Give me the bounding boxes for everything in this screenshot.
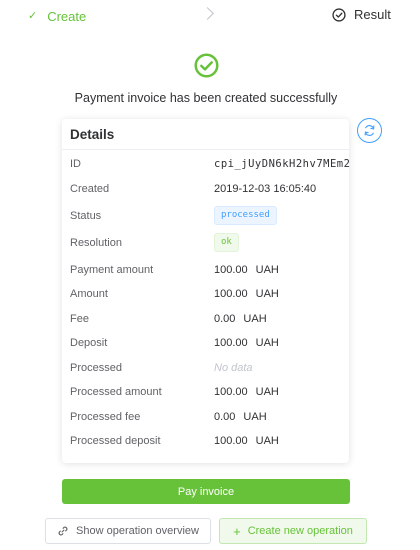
invoice-id: cpi_jUyDN6kH2hv7MEm2: [214, 158, 351, 170]
currency: UAH: [255, 386, 279, 398]
amount-number: 100.00: [214, 264, 248, 276]
detail-label: Processed deposit: [70, 435, 161, 447]
payment-invoice-result-page: ✓ Create Result Payment invoice has been…: [0, 0, 420, 550]
new-operation-label: Create new operation: [247, 525, 353, 537]
amount-number: 0.00: [214, 313, 236, 325]
detail-row-fee: Fee 0.00 UAH: [62, 311, 349, 331]
currency: UAH: [243, 411, 267, 423]
amount-value: 0.00 UAH: [214, 411, 267, 423]
detail-row-deposit: Deposit 100.00 UAH: [62, 335, 349, 355]
check-icon: ✓: [28, 10, 38, 22]
pay-invoice-button[interactable]: Pay invoice: [62, 479, 350, 504]
details-card: Details ID cpi_jUyDN6kH2hv7MEm2 Created …: [62, 119, 351, 463]
overview-label: Show operation overview: [76, 525, 199, 537]
card-divider: [62, 149, 349, 150]
amount-value: 100.00 UAH: [214, 386, 279, 398]
resolution-badge: ok: [214, 233, 239, 252]
detail-row-created: Created 2019-12-03 16:05:40: [62, 181, 349, 201]
detail-row-resolution: Resolution ok: [62, 233, 349, 253]
amount-value: 100.00 UAH: [214, 288, 279, 300]
detail-label: Status: [70, 210, 102, 222]
check-circle-icon: [332, 7, 346, 22]
detail-label: Created: [70, 183, 110, 195]
amount-value: 100.00 UAH: [214, 264, 279, 276]
step-create: ✓ Create: [28, 9, 86, 24]
success-message: Payment invoice has been created success…: [74, 91, 338, 105]
amount-value: 0.00 UAH: [214, 313, 267, 325]
amount-value: 100.00 UAH: [214, 337, 279, 349]
no-data-text: No data: [214, 362, 253, 374]
amount-number: 100.00: [214, 435, 248, 447]
create-new-operation-button[interactable]: + Create new operation: [219, 518, 367, 544]
step-result-label: Result: [354, 7, 391, 22]
created-value: 2019-12-03 16:05:40: [214, 183, 317, 195]
status-badge: processed: [214, 206, 277, 225]
detail-label: Resolution: [70, 237, 122, 249]
currency: UAH: [255, 264, 279, 276]
success-check-circle-icon: [194, 53, 219, 78]
amount-number: 100.00: [214, 386, 248, 398]
step-result: Result: [332, 7, 391, 22]
currency: UAH: [255, 435, 279, 447]
steps-bar: ✓ Create Result: [0, 0, 420, 34]
detail-row-id: ID cpi_jUyDN6kH2hv7MEm2: [62, 156, 351, 176]
amount-number: 100.00: [214, 337, 248, 349]
link-icon: [58, 526, 68, 536]
amount-number: 0.00: [214, 411, 236, 423]
show-operation-overview-button[interactable]: Show operation overview: [45, 518, 211, 544]
plus-icon: +: [233, 523, 241, 539]
details-title: Details: [70, 127, 115, 142]
amount-number: 100.00: [214, 288, 248, 300]
currency: UAH: [255, 337, 279, 349]
detail-label: Processed amount: [70, 386, 162, 398]
detail-label: Processed fee: [70, 411, 141, 423]
refresh-button[interactable]: [357, 118, 382, 143]
detail-label: Processed: [70, 362, 122, 374]
detail-row-processed-fee: Processed fee 0.00 UAH: [62, 409, 349, 429]
detail-row-amount: Amount 100.00 UAH: [62, 286, 349, 306]
detail-row-payment-amount: Payment amount 100.00 UAH: [62, 262, 349, 282]
chevron-right-icon: [201, 7, 214, 20]
detail-label: Deposit: [70, 337, 108, 349]
detail-label: ID: [70, 158, 81, 170]
detail-row-status: Status processed: [62, 206, 349, 226]
detail-label: Fee: [70, 313, 89, 325]
currency: UAH: [243, 313, 267, 325]
step-create-label: Create: [47, 9, 87, 24]
refresh-icon: [364, 125, 375, 136]
amount-value: 100.00 UAH: [214, 435, 279, 447]
detail-row-processed-amount: Processed amount 100.00 UAH: [62, 384, 349, 404]
detail-row-processed-deposit: Processed deposit 100.00 UAH: [62, 433, 349, 453]
detail-label: Payment amount: [70, 264, 154, 276]
detail-row-processed: Processed No data: [62, 360, 349, 380]
detail-label: Amount: [70, 288, 108, 300]
currency: UAH: [255, 288, 279, 300]
